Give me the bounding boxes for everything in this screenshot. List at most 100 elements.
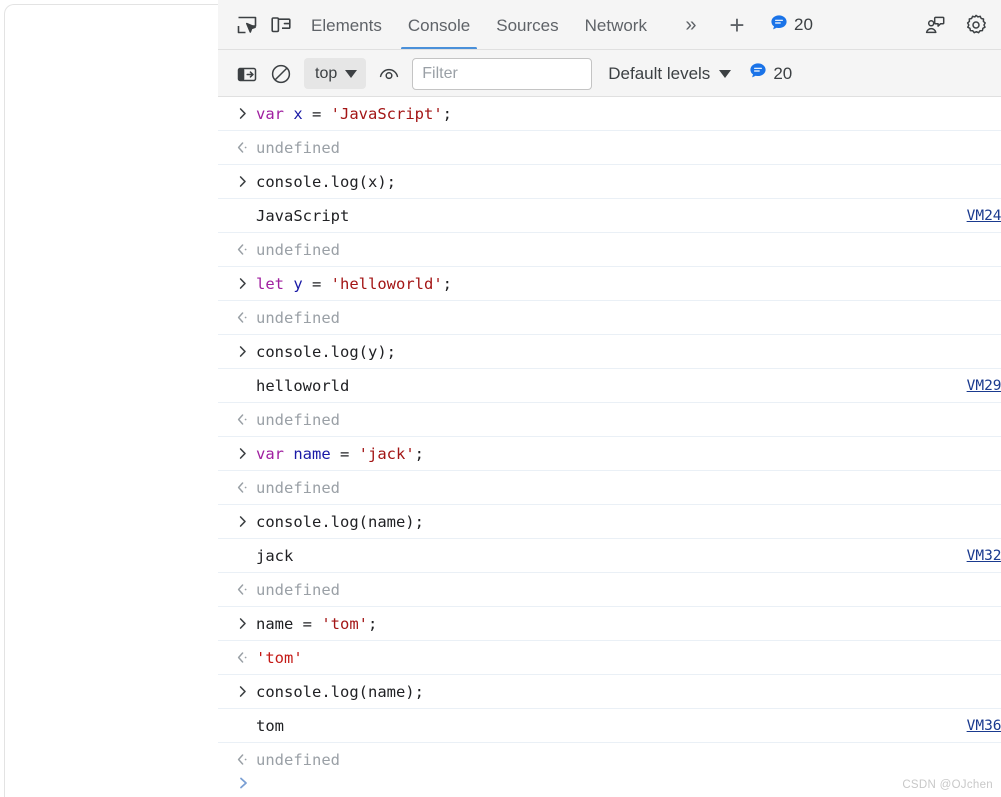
tab-elements[interactable]: Elements <box>298 1 395 50</box>
code-token: ; <box>442 274 452 293</box>
console-message-output[interactable]: JavaScript VM2476 <box>218 199 1001 233</box>
console-message-result[interactable]: undefined <box>218 573 1001 607</box>
message-bubble-icon <box>770 14 788 37</box>
log-levels-select[interactable]: Default levels <box>608 64 732 84</box>
console-message-text: undefined <box>256 580 340 599</box>
tab-sources[interactable]: Sources <box>483 1 571 50</box>
live-expression-eye-icon[interactable] <box>372 57 406 91</box>
console-message-text: undefined <box>256 308 340 327</box>
add-tab-plus-icon[interactable]: + <box>718 6 756 44</box>
input-chevron-icon <box>236 684 256 699</box>
input-chevron-icon <box>236 106 256 121</box>
devtools-tabbar: Elements Console Sources Network » + 20 <box>218 0 1001 50</box>
tab-console[interactable]: Console <box>395 1 483 50</box>
devtools-window: Elements Console Sources Network » + 20 <box>218 0 1001 797</box>
console-prompt-row[interactable] <box>218 775 1001 797</box>
console-message-text: undefined <box>256 138 340 157</box>
more-tabs-chevron-icon[interactable]: » <box>670 8 712 42</box>
console-source-link[interactable]: VM3628 <box>967 718 1001 734</box>
message-bubble-icon <box>749 62 767 85</box>
console-message-output[interactable]: helloworld VM2933 <box>218 369 1001 403</box>
console-toolbar: top Default levels 20 <box>218 50 1001 97</box>
console-message-text: var x = 'JavaScript'; <box>256 105 1001 123</box>
result-chevron-icon <box>236 582 256 597</box>
code-token: ; <box>442 104 452 123</box>
input-chevron-icon <box>236 616 256 631</box>
console-source-link[interactable]: VM2933 <box>967 378 1001 394</box>
console-message-input[interactable]: console.log(name); <box>218 675 1001 709</box>
console-message-result[interactable]: undefined <box>218 471 1001 505</box>
inspect-element-icon[interactable] <box>230 8 264 42</box>
console-message-input[interactable]: name = 'tom'; <box>218 607 1001 641</box>
filter-input[interactable] <box>412 57 593 90</box>
code-token: console.log(name); <box>256 682 424 701</box>
code-token: name <box>284 444 340 463</box>
code-token: = <box>312 274 331 293</box>
console-message-text: undefined <box>256 750 340 769</box>
code-token: console.log(name); <box>256 512 424 531</box>
code-token: 'jack' <box>358 444 415 463</box>
code-token: 'helloworld' <box>330 274 443 293</box>
console-message-list[interactable]: var x = 'JavaScript'; undefined console.lo… <box>218 97 1001 776</box>
result-chevron-icon <box>236 480 256 495</box>
issues-count: 20 <box>793 15 813 34</box>
console-message-input[interactable]: let y = 'helloworld'; <box>218 267 1001 301</box>
console-sidebar-icon[interactable] <box>230 57 264 91</box>
console-message-result[interactable]: undefined <box>218 403 1001 437</box>
code-token: console.log(y); <box>256 342 396 361</box>
input-chevron-icon <box>236 514 256 529</box>
feedback-icon[interactable] <box>917 8 951 42</box>
tab-network[interactable]: Network <box>572 1 660 50</box>
console-message-text: undefined <box>256 478 340 497</box>
execution-context-label: top <box>315 64 338 82</box>
console-message-text: undefined <box>256 410 340 429</box>
result-chevron-icon <box>236 310 256 325</box>
console-message-result[interactable]: undefined <box>218 131 1001 165</box>
code-token: ; <box>414 444 425 463</box>
execution-context-select[interactable]: top <box>304 58 367 89</box>
console-message-input[interactable]: console.log(y); <box>218 335 1001 369</box>
console-source-link[interactable]: VM2476 <box>967 208 1001 224</box>
console-message-input[interactable]: console.log(name); <box>218 505 1001 539</box>
page-viewport <box>0 0 218 797</box>
console-message-text: JavaScript <box>256 206 350 225</box>
code-token: name <box>256 614 303 633</box>
prompt-chevron-icon <box>236 775 252 796</box>
input-chevron-icon <box>236 174 256 189</box>
code-token: 'tom' <box>321 614 369 633</box>
code-token: let <box>256 274 284 293</box>
console-message-result[interactable]: undefined <box>218 301 1001 335</box>
console-message-output[interactable]: jack VM3206 <box>218 539 1001 573</box>
device-toolbar-icon[interactable] <box>264 8 298 42</box>
code-token: = <box>340 444 359 463</box>
console-message-result-string[interactable]: 'tom' <box>218 641 1001 675</box>
toolbar-issues-badge[interactable]: 20 <box>749 62 792 85</box>
code-token: 'JavaScript' <box>330 104 443 123</box>
result-chevron-icon <box>236 242 256 257</box>
code-token: ; <box>368 614 378 633</box>
console-message-output[interactable]: tom VM3628 <box>218 709 1001 743</box>
console-message-input[interactable]: var x = 'JavaScript'; <box>218 97 1001 131</box>
console-message-result[interactable]: undefined <box>218 233 1001 267</box>
console-message-input[interactable]: console.log(x); <box>218 165 1001 199</box>
code-token: console.log(x); <box>256 172 396 191</box>
clear-console-icon[interactable] <box>264 57 298 91</box>
console-message-text: console.log(name); <box>256 513 1001 531</box>
code-token: = <box>302 614 322 633</box>
input-chevron-icon <box>236 446 256 461</box>
watermark: CSDN @OJchen <box>902 779 993 791</box>
console-message-result[interactable]: undefined <box>218 743 1001 775</box>
console-message-input[interactable]: var name = 'jack'; <box>218 437 1001 471</box>
code-token: x <box>284 104 312 123</box>
console-message-text: tom <box>256 716 284 735</box>
console-message-text: console.log(name); <box>256 683 1001 701</box>
console-message-text: 'tom' <box>256 648 303 667</box>
toolbar-issues-count: 20 <box>773 63 793 83</box>
gear-icon[interactable] <box>959 8 993 42</box>
issues-badge[interactable]: 20 <box>770 14 813 37</box>
input-chevron-icon <box>236 276 256 291</box>
console-message-text: helloworld <box>256 376 350 395</box>
console-source-link[interactable]: VM3206 <box>967 548 1001 564</box>
code-token: = <box>312 104 331 123</box>
console-message-text: let y = 'helloworld'; <box>256 275 1001 293</box>
